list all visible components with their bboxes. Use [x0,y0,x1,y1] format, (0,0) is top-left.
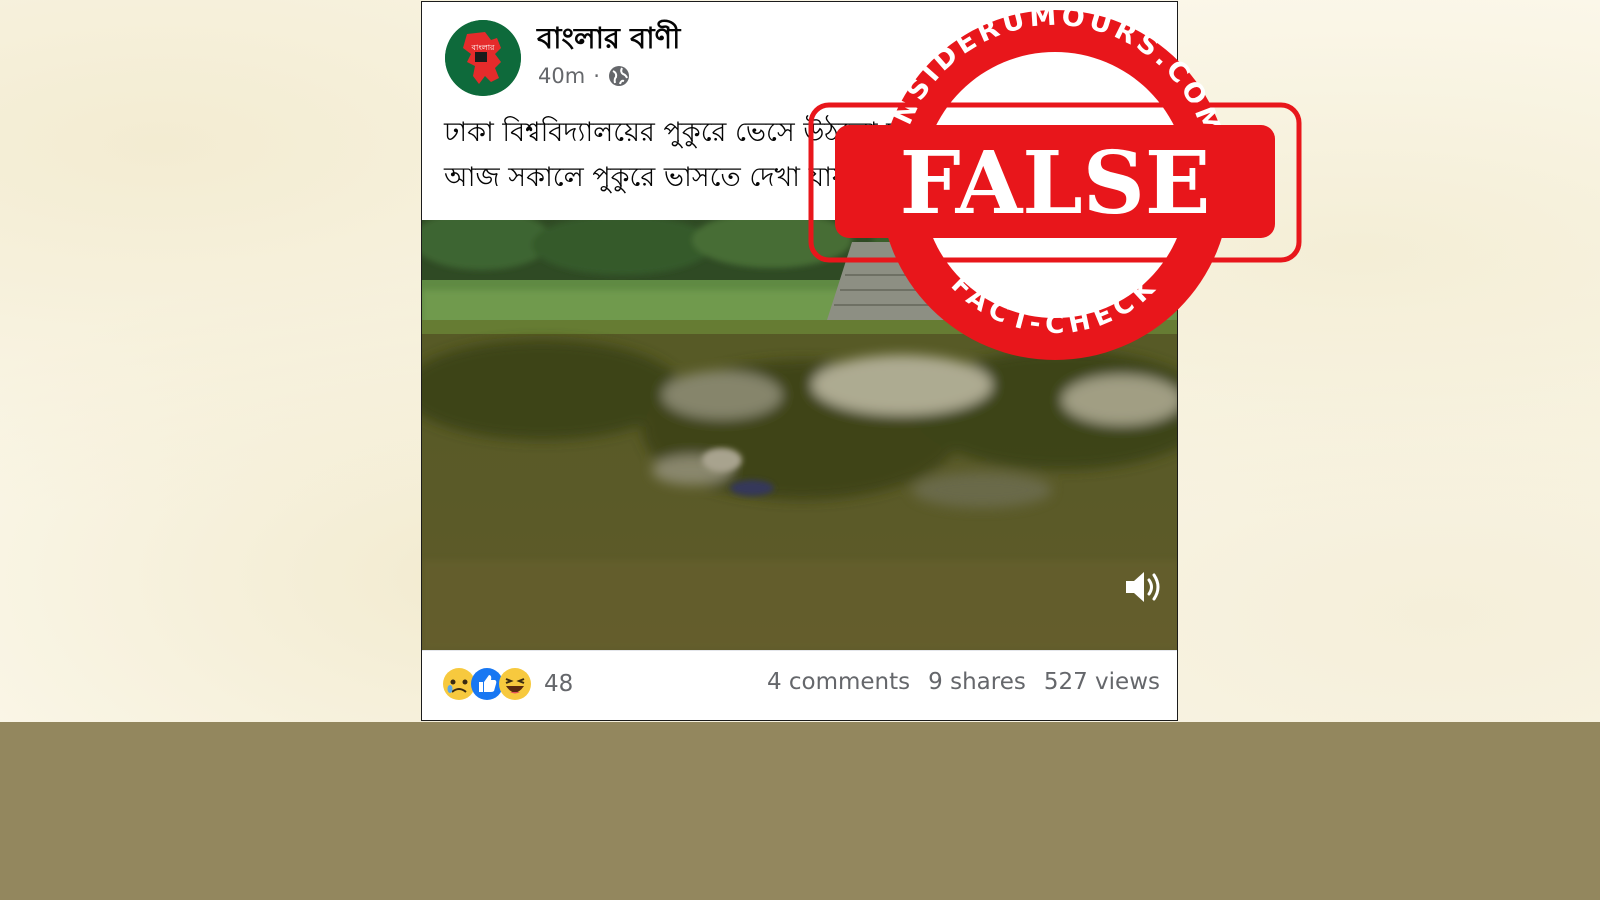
post-meta: 40m · [538,64,630,88]
haha-reaction-icon [499,668,531,700]
post-text-line-2: আজ সকালে পুকুরে ভাসতে দেখা যায়। [444,162,858,193]
post-footer: 48 4 comments 9 shares 527 views [422,650,1177,720]
avatar-label: বাংলার [471,43,495,52]
reaction-count: 48 [544,671,574,697]
meta-separator: · [593,64,600,88]
post-stats: 4 comments 9 shares 527 views [767,669,1160,695]
bangladesh-map-icon: বাংলার [445,20,521,96]
stamp-verdict: FALSE [900,133,1211,234]
post-time[interactable]: 40m [538,64,585,88]
comments-count[interactable]: 4 comments [767,669,910,695]
speaker-icon[interactable] [1123,569,1163,605]
page-name[interactable]: বাংলার বাণী [537,16,680,65]
globe-icon[interactable] [608,65,630,87]
shares-count[interactable]: 9 shares [928,669,1026,695]
page-avatar[interactable]: বাংলার [445,20,521,96]
bottom-band [0,722,1600,900]
fact-check-stamp: INSIDERUMOURS.COM FACT-CHECK FALSE [808,0,1302,360]
views-count: 527 views [1043,669,1160,695]
reactions[interactable]: 48 [442,667,573,701]
